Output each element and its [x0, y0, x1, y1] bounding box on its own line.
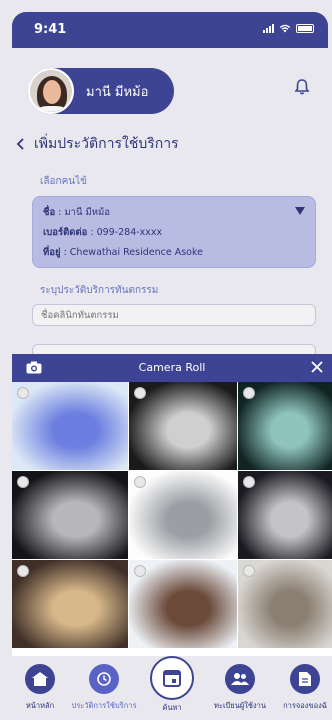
nav-booking[interactable]: การจองของฉั [278, 664, 332, 712]
photo-panoramic-xray-2[interactable] [238, 382, 332, 470]
photo-select-circle[interactable] [134, 387, 146, 399]
patient-phone-value: 099-284-xxxx [96, 227, 163, 238]
bottom-nav: หน้าหลัก ประวัติการใช้บริการ ค้นหา ทะเบี… [12, 656, 332, 720]
patient-name-row: ชื่อ : มานี มีหม้อ [43, 207, 111, 218]
patient-address-label: ที่อยู่ [43, 247, 61, 258]
photo-dental-mold-blue[interactable] [12, 382, 128, 470]
patient-phone-label: เบอร์ติดต่อ [43, 227, 88, 238]
avatar [28, 68, 74, 114]
photo-panoramic-xray-1[interactable] [129, 382, 237, 470]
nav-users[interactable]: ทะเบียนผู้ใช้งาน [206, 664, 274, 712]
clinic-name-input[interactable] [32, 304, 316, 326]
photo-select-circle[interactable] [17, 387, 29, 399]
photo-select-circle[interactable] [17, 476, 29, 488]
profile-chip[interactable]: มานี มีหม้อ [28, 68, 174, 114]
calendar-icon [150, 656, 194, 700]
photo-select-circle[interactable] [243, 565, 255, 577]
close-icon[interactable] [310, 360, 324, 374]
photo-select-circle[interactable] [134, 565, 146, 577]
battery-icon [296, 23, 314, 33]
patient-section-label: เลือกคนไข้ [40, 176, 87, 187]
page-title-row: เพิ่มประวัติการใช้บริการ [12, 132, 328, 156]
photo-select-circle[interactable] [134, 476, 146, 488]
nav-search-label: ค้นหา [162, 703, 182, 712]
patient-name-label: ชื่อ [43, 207, 56, 218]
camera-roll-title: Camera Roll [138, 361, 206, 374]
signal-icon [263, 23, 274, 33]
photo-friends-hug[interactable] [129, 560, 237, 648]
camera-roll-header: Camera Roll [12, 354, 332, 382]
patient-phone-row: เบอร์ติดต่อ : 099-284-xxxx [43, 227, 163, 238]
photo-grid [12, 382, 332, 648]
status-bar: 9:41 [12, 12, 328, 48]
patient-address-value: Chewathai Residence Asoke [69, 247, 203, 258]
nav-booking-label: การจองของฉั [283, 701, 327, 710]
history-icon [89, 664, 119, 694]
wifi-icon [279, 24, 291, 33]
patient-name-value: มานี มีหม้อ [64, 207, 111, 218]
photo-select-circle[interactable] [17, 565, 29, 577]
system-icons [263, 23, 314, 33]
photo-dental-scan-3d-2[interactable] [129, 471, 237, 559]
nav-home[interactable]: หน้าหลัก [12, 664, 68, 712]
photo-select-circle[interactable] [243, 476, 255, 488]
header: มานี มีหม้อ [12, 48, 328, 132]
users-icon [225, 664, 255, 694]
bell-icon[interactable] [294, 78, 310, 96]
profile-name: มานี มีหม้อ [86, 84, 149, 100]
photo-select-circle[interactable] [243, 387, 255, 399]
photo-mall-interior[interactable] [12, 560, 128, 648]
page-title: เพิ่มประวัติการใช้บริการ [34, 136, 179, 152]
back-arrow-icon[interactable] [14, 137, 28, 151]
patient-address-row: ที่อยู่ : Chewathai Residence Asoke [43, 247, 203, 258]
status-time: 9:41 [34, 22, 67, 37]
photo-mirror-selfie[interactable] [238, 560, 332, 648]
clinic-section-label: ระบุประวัติบริการทันตกรรม [40, 285, 159, 296]
nav-history-label: ประวัติการใช้บริการ [71, 701, 137, 710]
booking-icon [290, 664, 320, 694]
nav-history[interactable]: ประวัติการใช้บริการ [64, 664, 144, 712]
dropdown-arrow-icon[interactable] [295, 207, 305, 215]
home-icon [25, 664, 55, 694]
nav-home-label: หน้าหลัก [25, 701, 55, 710]
nav-search[interactable]: ค้นหา [148, 656, 196, 714]
photo-dental-scan-3d-1[interactable] [12, 471, 128, 559]
photo-dental-scan-3d-3[interactable] [238, 471, 332, 559]
nav-users-label: ทะเบียนผู้ใช้งาน [214, 701, 266, 710]
camera-roll-sheet: Camera Roll [12, 354, 332, 656]
patient-select[interactable]: ชื่อ : มานี มีหม้อ เบอร์ติดต่อ : 099-284… [32, 196, 316, 268]
